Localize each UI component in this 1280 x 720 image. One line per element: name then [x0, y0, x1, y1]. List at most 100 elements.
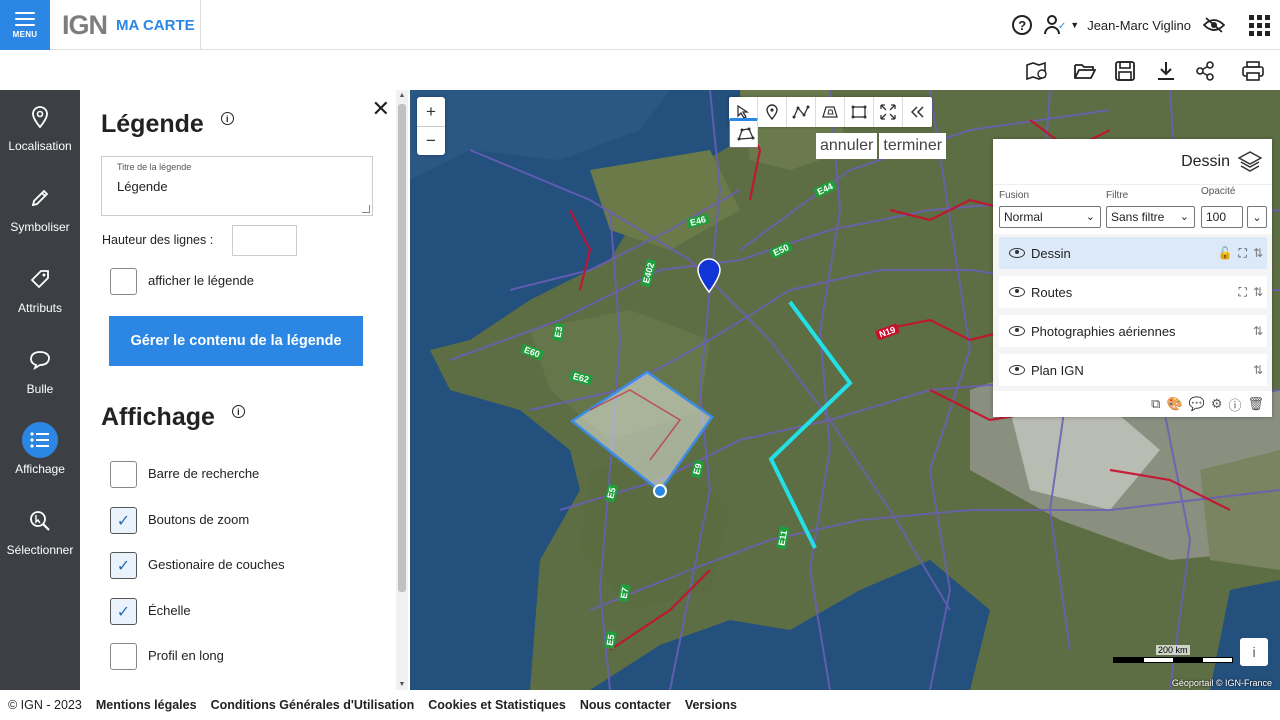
map-info-button[interactable]: i	[1240, 638, 1268, 666]
copyright: © IGN - 2023	[8, 698, 82, 712]
nav-item-selectionner[interactable]: Sélectionner	[0, 494, 80, 566]
footer-link-legal[interactable]: Mentions légales	[96, 698, 197, 712]
trash-icon[interactable]: 🗑	[1247, 396, 1264, 412]
scale-label: 200 km	[1156, 645, 1190, 655]
layer-item-routes[interactable]: Routes ⛶ ⇅	[999, 276, 1267, 308]
zoom-out-button[interactable]: −	[417, 126, 445, 155]
nav-label: Attributs	[17, 301, 62, 315]
scroll-thumb[interactable]	[398, 104, 406, 592]
legend-title-field[interactable]: Titre de la légende Légende	[101, 156, 373, 216]
zoom-in-button[interactable]: +	[417, 97, 445, 126]
info-icon[interactable]: i	[220, 112, 234, 125]
manage-legend-button[interactable]: Gérer le contenu de la légende	[109, 316, 363, 366]
drag-handle-icon[interactable]: ⇅	[1253, 324, 1263, 338]
footer-link-versions[interactable]: Versions	[685, 698, 737, 712]
layer-name: Routes	[1031, 284, 1073, 300]
eye-icon[interactable]	[1009, 326, 1025, 336]
nav-item-symboliser[interactable]: Symboliser	[0, 171, 80, 243]
nav-item-localisation[interactable]: Localisation	[0, 90, 80, 162]
nav-item-affichage[interactable]: Affichage	[0, 413, 80, 485]
map-view[interactable]: E44 E46 E50 E402 E3 E60 E62 N19 E9 E5 E1…	[410, 90, 1280, 690]
drag-handle-icon[interactable]: ⇅	[1253, 363, 1263, 377]
drag-handle-icon[interactable]: ⇅	[1253, 246, 1263, 261]
layer-item-plan-ign[interactable]: Plan IGN ⇅	[999, 354, 1267, 386]
opacity-label: Opacité	[1201, 186, 1236, 197]
map-tools-icon[interactable]	[1026, 60, 1048, 82]
layer-manager: Dessin Fusion Normal ⌄ Filtre Sans filtre…	[993, 139, 1272, 417]
user-icon: ✓	[1044, 15, 1066, 35]
brand[interactable]: IGN MA CARTE	[50, 0, 201, 50]
checkbox-layer-manager[interactable]: ✓	[110, 552, 137, 579]
footer-link-cookies[interactable]: Cookies et Statistiques	[428, 698, 566, 712]
settings-icon[interactable]: ⚙	[1211, 396, 1223, 412]
checkbox-scale[interactable]: ✓	[110, 598, 137, 625]
option-label: Boutons de zoom	[148, 512, 250, 527]
close-icon[interactable]: ✕	[372, 96, 390, 122]
info-icon[interactable]: ⓘ	[1228, 395, 1241, 414]
checkbox-zoom-buttons[interactable]: ✓	[110, 507, 137, 534]
footer-link-cgu[interactable]: Conditions Générales d'Utilisation	[211, 698, 415, 712]
open-folder-icon[interactable]	[1074, 60, 1096, 82]
show-legend-label: afficher le légende	[148, 273, 255, 288]
draw-point-icon[interactable]	[758, 97, 787, 127]
footer: © IGN - 2023 Mentions légales Conditions…	[0, 690, 1280, 720]
eye-off-icon[interactable]	[1203, 17, 1225, 33]
help-icon[interactable]: ?	[1012, 15, 1033, 35]
user-menu[interactable]: ✓ ▼ Jean-Marc Viglino	[1044, 15, 1191, 35]
opacity-dropdown[interactable]: ⌄	[1247, 206, 1267, 228]
draw-hole-icon[interactable]	[816, 97, 845, 127]
share-icon[interactable]	[1194, 60, 1216, 82]
layer-options: Fusion Normal ⌄ Filtre Sans filtre ⌄ Opaci…	[993, 184, 1272, 234]
field-value: Légende	[117, 179, 168, 194]
eye-icon[interactable]	[1009, 287, 1025, 297]
scroll-up-icon[interactable]: ▲	[396, 92, 408, 99]
menu-button[interactable]: MENU	[0, 0, 50, 50]
nav-item-bulle[interactable]: Bulle	[0, 333, 80, 405]
layer-name: Dessin	[1031, 245, 1071, 261]
filter-select[interactable]: Sans filtre ⌄	[1106, 206, 1195, 228]
eye-icon[interactable]	[1009, 248, 1025, 258]
transform-icon[interactable]	[874, 97, 903, 127]
checkbox-profile[interactable]	[110, 643, 137, 670]
show-legend-checkbox[interactable]	[110, 268, 137, 295]
lock-icon[interactable]: 🔓	[1218, 246, 1233, 261]
layer-manager-title: Dessin	[1181, 152, 1230, 170]
palette-icon[interactable]: 🎨	[1166, 396, 1182, 412]
info-icon[interactable]: i	[231, 405, 245, 418]
ign-logo: IGN	[62, 9, 108, 40]
layer-stack-icon[interactable]: ⧉	[1151, 396, 1160, 412]
layer-item-actions: ⛶ ⇅	[1239, 285, 1263, 300]
attribution[interactable]: Géoportail © IGN-France	[1172, 678, 1272, 688]
draw-polygon-icon[interactable]	[729, 118, 758, 148]
option-label: Profil en long	[148, 648, 224, 663]
resize-handle-icon[interactable]	[362, 205, 370, 213]
collapse-double-chevron-icon[interactable]	[903, 97, 932, 127]
layers-icon[interactable]	[1238, 150, 1262, 173]
opacity-input[interactable]: 100	[1201, 206, 1243, 228]
fullscreen-icon[interactable]: ⛶	[1239, 246, 1247, 261]
panel-scrollbar[interactable]: ▲ ▼	[396, 90, 408, 690]
nav-label: Localisation	[8, 139, 72, 153]
layer-item-dessin[interactable]: Dessin 🔓 ⛶ ⇅	[999, 237, 1267, 269]
line-height-input[interactable]	[232, 225, 297, 256]
apps-grid-icon[interactable]	[1249, 14, 1270, 36]
check-icon: ✓	[116, 512, 131, 530]
draw-rectangle-icon[interactable]	[845, 97, 874, 127]
scroll-down-icon[interactable]: ▼	[396, 681, 408, 688]
drag-handle-icon[interactable]: ⇅	[1253, 285, 1263, 300]
eye-icon[interactable]	[1009, 365, 1025, 375]
print-icon[interactable]	[1242, 60, 1264, 82]
footer-link-contact[interactable]: Nous contacter	[580, 698, 671, 712]
undo-button[interactable]: annuler	[816, 133, 878, 159]
download-icon[interactable]	[1155, 60, 1177, 82]
save-icon[interactable]	[1114, 60, 1136, 82]
display-heading: Affichage i	[101, 403, 245, 432]
fullscreen-icon[interactable]: ⛶	[1239, 285, 1247, 300]
comment-icon[interactable]: 💬	[1189, 396, 1205, 412]
fusion-select[interactable]: Normal ⌄	[999, 206, 1101, 228]
layer-item-photographies[interactable]: Photographies aériennes ⇅	[999, 315, 1267, 347]
checkbox-search-bar[interactable]	[110, 461, 137, 488]
finish-button[interactable]: terminer	[879, 133, 947, 159]
nav-item-attributs[interactable]: Attributs	[0, 252, 80, 324]
draw-line-icon[interactable]	[787, 97, 816, 127]
